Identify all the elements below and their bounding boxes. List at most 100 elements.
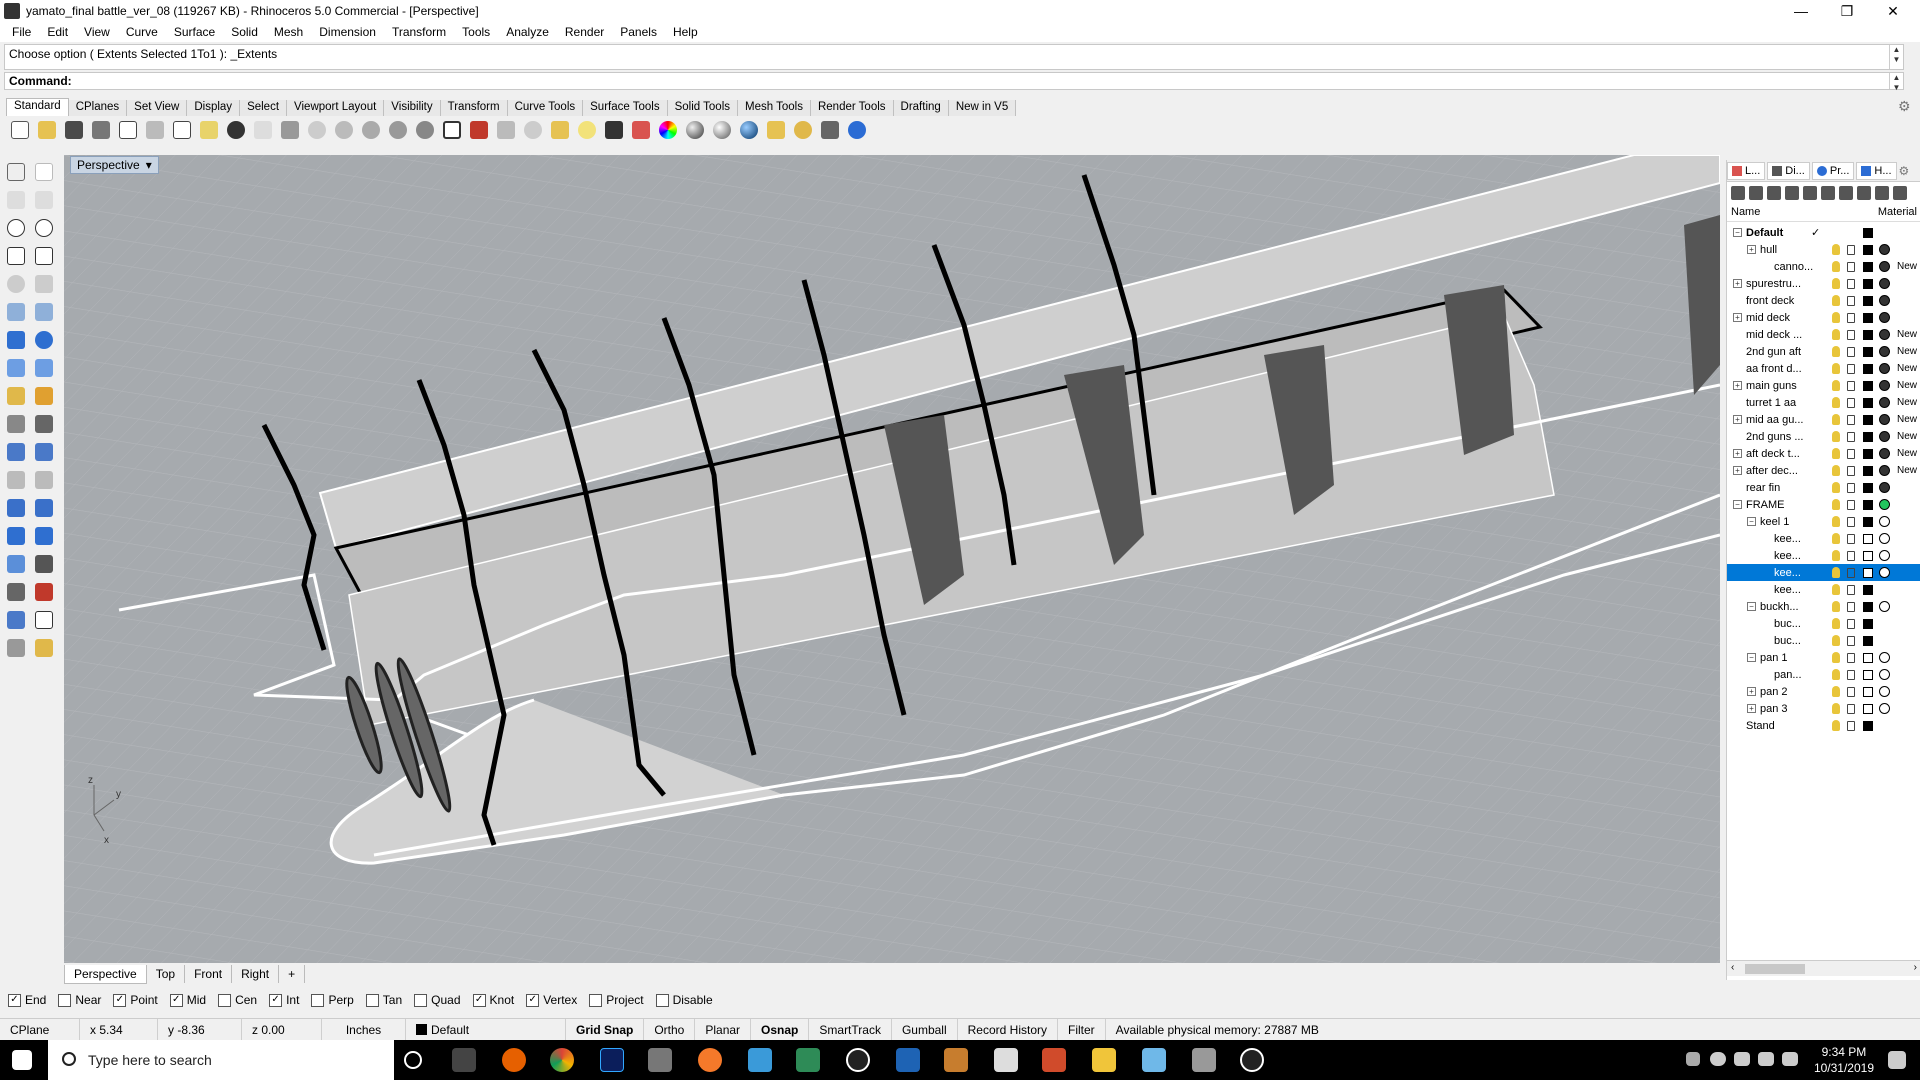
lock-icon[interactable] xyxy=(1847,330,1855,340)
dimension-linear-icon[interactable] xyxy=(32,552,56,576)
panel-tab-help[interactable]: H... xyxy=(1856,161,1897,180)
layer-row[interactable]: kee... xyxy=(1727,530,1920,547)
expand-icon[interactable]: + xyxy=(1733,415,1742,424)
layer-color-swatch[interactable] xyxy=(1863,517,1873,527)
file-explorer-icon[interactable] xyxy=(1092,1048,1116,1072)
lock-icon[interactable] xyxy=(1847,619,1855,629)
shade-icon[interactable] xyxy=(4,636,28,660)
material-sphere-icon[interactable] xyxy=(735,117,762,143)
osnap-vertex[interactable]: ✓ Vertex xyxy=(526,993,577,1007)
layer-state-icon[interactable] xyxy=(1875,186,1889,200)
layer-row[interactable]: front deck xyxy=(1727,292,1920,309)
osnap-checkbox[interactable] xyxy=(365,993,379,1007)
layer-row[interactable]: + hull xyxy=(1727,241,1920,258)
osnap-checkbox[interactable] xyxy=(655,993,669,1007)
menu-panels[interactable]: Panels xyxy=(612,25,665,39)
onedrive-icon[interactable] xyxy=(1710,1052,1726,1066)
osnap-checkbox[interactable] xyxy=(414,993,428,1007)
plane-icon[interactable] xyxy=(32,356,56,380)
layer-name[interactable]: kee... xyxy=(1774,567,1801,579)
layer-name[interactable]: mid aa gu... xyxy=(1746,414,1803,426)
layer-color-swatch[interactable] xyxy=(1863,653,1873,663)
layer-name[interactable]: buckh... xyxy=(1760,601,1799,613)
light-bulb-icon[interactable] xyxy=(1832,397,1840,408)
layer-row[interactable]: canno... New xyxy=(1727,258,1920,275)
app-icon-6[interactable] xyxy=(1042,1048,1066,1072)
menu-analyze[interactable]: Analyze xyxy=(498,25,557,39)
osnap-knot[interactable]: ✓ Knot xyxy=(472,993,514,1007)
rectangle-icon[interactable] xyxy=(32,244,56,268)
layer-color-swatch[interactable] xyxy=(1863,262,1873,272)
layer-name[interactable]: main guns xyxy=(1746,380,1797,392)
toggle-planar[interactable]: Planar xyxy=(695,1018,752,1041)
layer-row[interactable]: Stand xyxy=(1727,717,1920,734)
layer-color-swatch[interactable] xyxy=(1863,670,1873,680)
material-sphere-icon[interactable] xyxy=(1879,482,1890,493)
expand-icon[interactable]: + xyxy=(1733,449,1742,458)
layers-horizontal-scrollbar[interactable]: ‹ › xyxy=(1727,960,1920,976)
command-line-scrollbar[interactable]: ▲ ▼ xyxy=(1889,73,1903,92)
light-bulb-icon[interactable] xyxy=(1832,703,1840,714)
layer-name[interactable]: hull xyxy=(1760,244,1777,256)
zoom-selected-icon[interactable] xyxy=(384,117,411,143)
osnap-checkbox[interactable] xyxy=(218,993,232,1007)
light-bulb-icon[interactable] xyxy=(1832,652,1840,663)
copy-object-icon[interactable] xyxy=(32,496,56,520)
lock-icon[interactable] xyxy=(1847,381,1855,391)
layer-color-swatch[interactable] xyxy=(1863,279,1873,289)
circle-icon[interactable] xyxy=(4,216,28,240)
osnap-checkbox[interactable] xyxy=(311,993,325,1007)
layer-color-swatch[interactable] xyxy=(1863,347,1873,357)
tab-surface-tools[interactable]: Surface Tools xyxy=(583,100,668,116)
material-sphere-icon[interactable] xyxy=(1879,329,1890,340)
fillet-icon[interactable] xyxy=(32,272,56,296)
layer-color-swatch[interactable] xyxy=(1863,568,1873,578)
lock-icon[interactable] xyxy=(1847,449,1855,459)
layer-color-swatch[interactable] xyxy=(1863,415,1873,425)
lock-icon[interactable] xyxy=(1847,415,1855,425)
filter-icon[interactable] xyxy=(762,117,789,143)
layer-name[interactable]: keel 1 xyxy=(1760,516,1789,528)
osnap-checkbox[interactable]: ✓ xyxy=(8,993,21,1007)
lock-icon[interactable] xyxy=(1847,653,1855,663)
lock-icon[interactable] xyxy=(1847,398,1855,408)
tab-mesh-tools[interactable]: Mesh Tools xyxy=(738,100,811,116)
loft-icon[interactable] xyxy=(32,300,56,324)
cut-icon[interactable] xyxy=(141,117,168,143)
explode-icon[interactable] xyxy=(32,384,56,408)
viewport-menu-chevron-down-icon[interactable]: ▾ xyxy=(146,158,152,172)
menu-view[interactable]: View xyxy=(76,25,118,39)
taskbar-search-box[interactable]: Type here to search xyxy=(48,1040,394,1080)
material-sphere-icon[interactable] xyxy=(1879,261,1890,272)
surface-icon[interactable] xyxy=(4,300,28,324)
rendered-sphere-icon[interactable] xyxy=(708,117,735,143)
layer-row[interactable]: − keel 1 xyxy=(1727,513,1920,530)
layer-name[interactable]: canno... xyxy=(1774,261,1813,273)
material-sphere-icon[interactable] xyxy=(1879,448,1890,459)
analyze-icon[interactable] xyxy=(4,608,28,632)
light-bulb-icon[interactable] xyxy=(1832,669,1840,680)
layer-name[interactable]: 2nd guns ... xyxy=(1746,431,1804,443)
box-icon[interactable] xyxy=(4,328,28,352)
chrome-icon[interactable] xyxy=(550,1048,574,1072)
layer-tools-icon[interactable] xyxy=(1893,186,1907,200)
osnap-perp[interactable]: Perp xyxy=(311,993,354,1007)
menu-solid[interactable]: Solid xyxy=(223,25,266,39)
osnap-quad[interactable]: Quad xyxy=(414,993,461,1007)
tab-transform[interactable]: Transform xyxy=(440,100,508,116)
layer-name[interactable]: aft deck t... xyxy=(1746,448,1800,460)
material-sphere-icon[interactable] xyxy=(1879,550,1890,561)
layer-name[interactable]: Default xyxy=(1746,227,1783,239)
layer-color-swatch[interactable] xyxy=(1863,449,1873,459)
cortana-icon[interactable] xyxy=(404,1051,422,1069)
move-layer-up-icon[interactable] xyxy=(1785,186,1799,200)
scroll-thumb[interactable] xyxy=(1745,964,1805,974)
light-bulb-icon[interactable] xyxy=(1832,720,1840,731)
layer-row[interactable]: pan... xyxy=(1727,666,1920,683)
layer-row[interactable]: + mid aa gu... New xyxy=(1727,411,1920,428)
layer-color-swatch[interactable] xyxy=(1863,602,1873,612)
status-cplane[interactable]: CPlane xyxy=(0,1018,80,1041)
lock-icon[interactable] xyxy=(1847,262,1855,272)
shaded-sphere-icon[interactable] xyxy=(681,117,708,143)
lock-icon[interactable] xyxy=(1847,585,1855,595)
